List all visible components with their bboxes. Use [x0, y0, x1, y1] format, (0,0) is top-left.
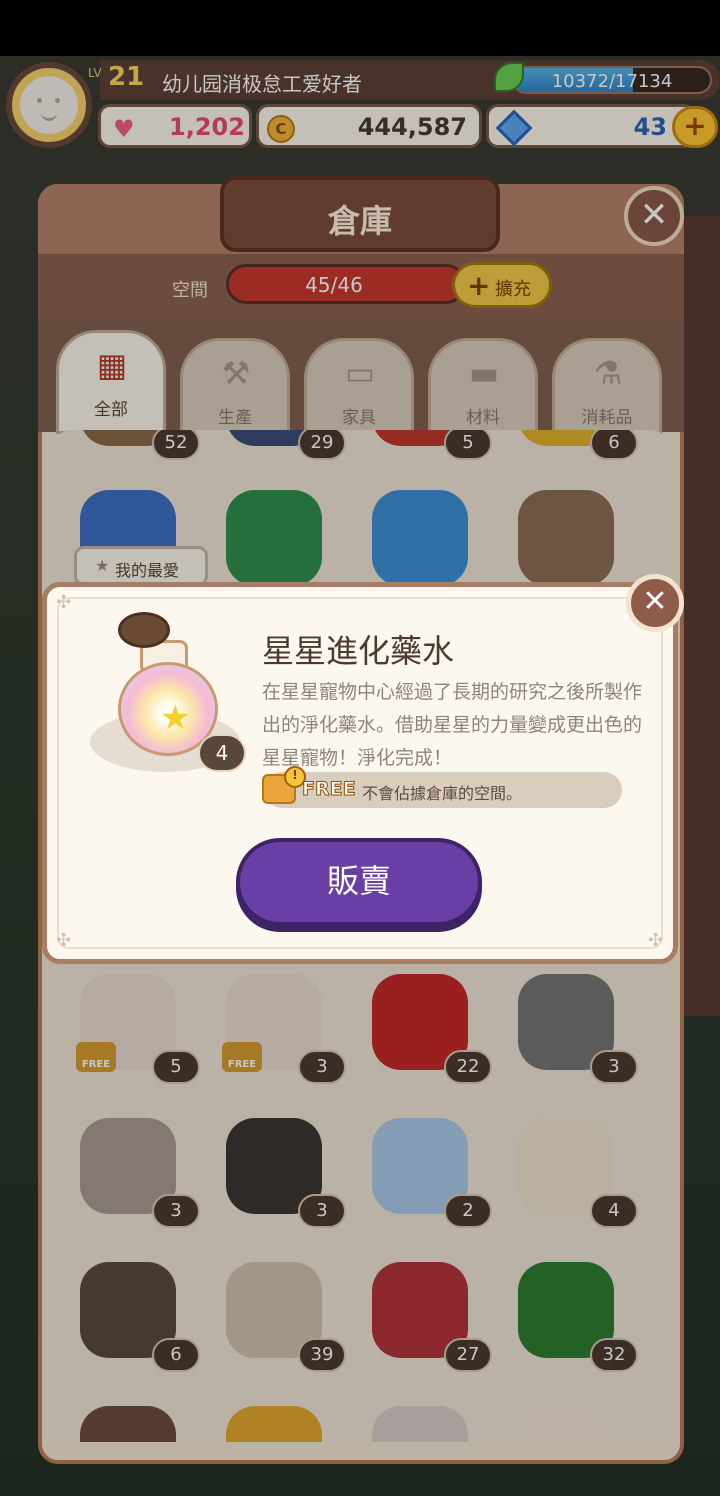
sell-button[interactable]: 販賣 [236, 838, 482, 926]
corner-ornament-icon: ✣ [56, 592, 72, 613]
item-description: 在星星寵物中心經過了長期的研究之後所製作出的淨化藥水。借助星星的力量變成更出色的… [262, 681, 643, 769]
cork-icon [118, 612, 170, 648]
free-storage-icon [262, 766, 306, 804]
free-note-text: 不會佔據倉庫的空間。 [362, 784, 523, 803]
close-icon: ✕ [642, 584, 668, 619]
corner-ornament-icon: ✣ [648, 930, 664, 951]
item-name: 星星進化藥水 [262, 632, 455, 670]
game-screen: LV 21 幼儿园消极怠工爱好者 10372/17134 ♥ 1,202 C 4… [0, 0, 720, 1496]
popup-close-button[interactable]: ✕ [626, 574, 684, 632]
corner-ornament-icon: ✣ [56, 930, 72, 951]
item-count-badge: 4 [198, 734, 246, 772]
star-icon: ★ [160, 698, 191, 738]
free-badge: FREE [302, 778, 357, 801]
